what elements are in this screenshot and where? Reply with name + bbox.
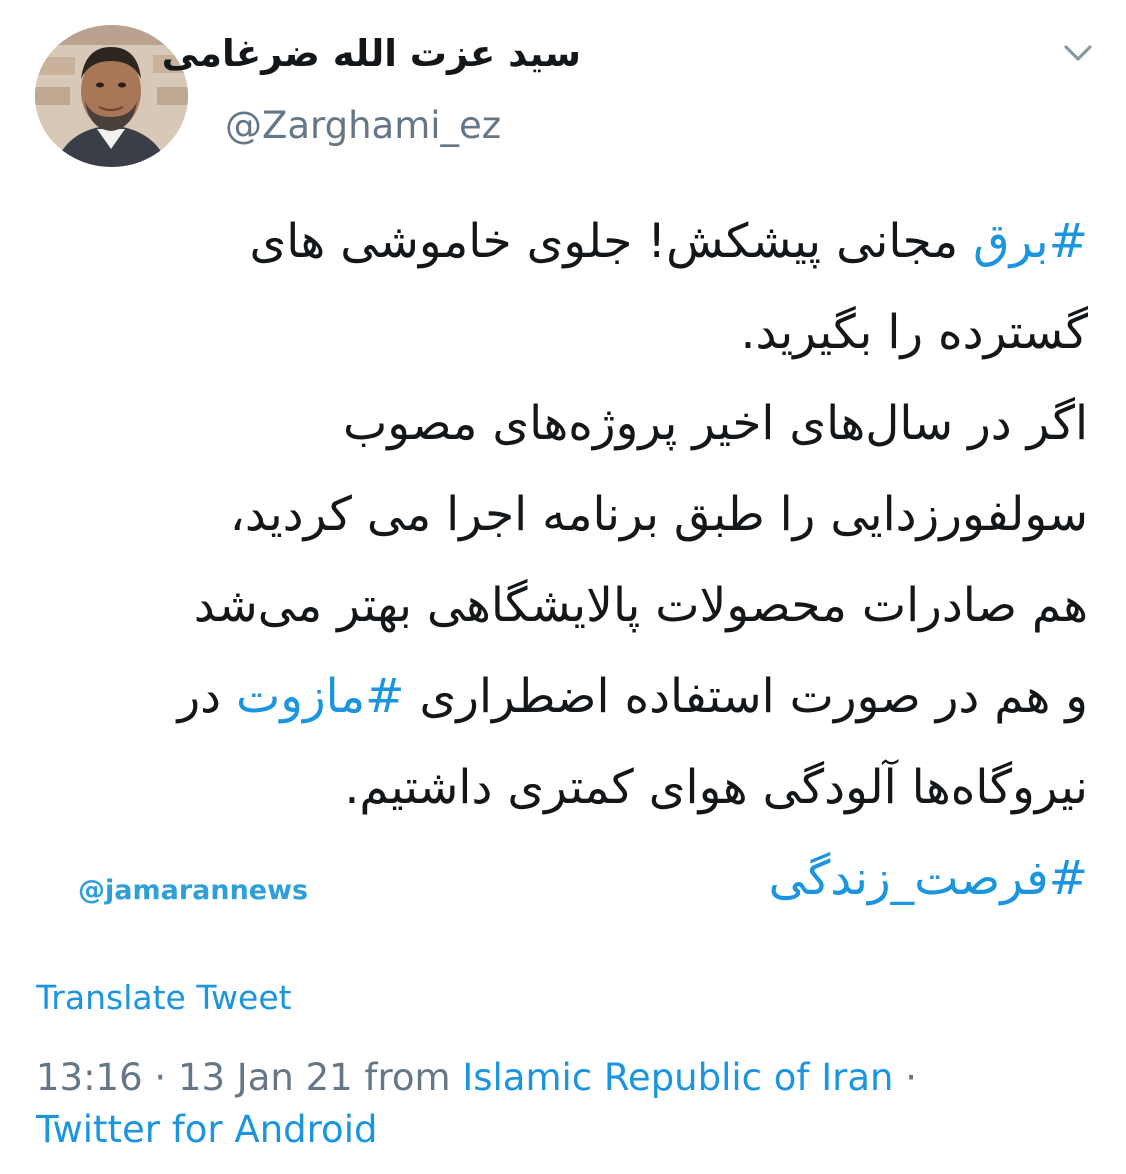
meta-separator: · — [142, 1056, 178, 1099]
translate-tweet-link[interactable]: Translate Tweet — [36, 978, 292, 1017]
tweet-text: #برق مجانی پیشکش! جلوی خاموشی های گسترده… — [28, 196, 1088, 924]
hashtag-forsat-zendegi[interactable]: #فرصت_زندگی — [769, 851, 1088, 906]
tweet-date[interactable]: 13 Jan 21 — [178, 1056, 353, 1099]
source-link[interactable]: Twitter for Android — [36, 1104, 1096, 1156]
hashtag-barq[interactable]: #برق — [973, 214, 1088, 269]
location-link[interactable]: Islamic Republic of Iran — [462, 1056, 893, 1099]
tweet-line-1-text: مجانی پیشکش! جلوی خاموشی های — [249, 214, 974, 269]
tweet-line-2: گسترده را بگیرید. — [740, 305, 1088, 360]
tweet-line-1: #برق مجانی پیشکش! جلوی خاموشی های — [28, 196, 1088, 287]
tweet-metadata: 13:16 · 13 Jan 21 from Islamic Republic … — [36, 1052, 1096, 1156]
hashtag-mazut[interactable]: #مازوت — [236, 669, 405, 724]
chevron-down-icon[interactable] — [1060, 38, 1096, 68]
watermark: @jamarannews — [78, 875, 309, 906]
tweet-time[interactable]: 13:16 — [36, 1056, 143, 1099]
tweet-line-5: هم صادرات محصولات پالایشگاهی بهتر می‌شد — [193, 578, 1088, 633]
author-handle[interactable]: @Zarghami_ez — [225, 104, 501, 147]
tweet-card: سید عزت الله ضرغامی @Zarghami_ez #برق مج… — [0, 0, 1126, 1174]
from-label: from — [352, 1056, 463, 1099]
tweet-line-6-before: و هم در صورت استفاده اضطراری — [404, 669, 1089, 724]
meta-trailing-separator: · — [893, 1056, 917, 1099]
meta-line-1: 13:16 · 13 Jan 21 from Islamic Republic … — [36, 1052, 1096, 1104]
tweet-line-6: و هم در صورت استفاده اضطراری #مازوت در — [28, 651, 1088, 742]
tweet-line-3: اگر در سال‌های اخیر پروژه‌های مصوب — [342, 396, 1088, 451]
tweet-line-7: نیروگاه‌ها آلودگی هوای کمتری داشتیم. — [344, 760, 1088, 815]
tweet-line-6-after: در — [177, 669, 237, 724]
author-display-name[interactable]: سید عزت الله ضرغامی — [162, 32, 581, 75]
tweet-line-4: سولفورزدایی را طبق برنامه اجرا می کردید، — [229, 487, 1088, 542]
